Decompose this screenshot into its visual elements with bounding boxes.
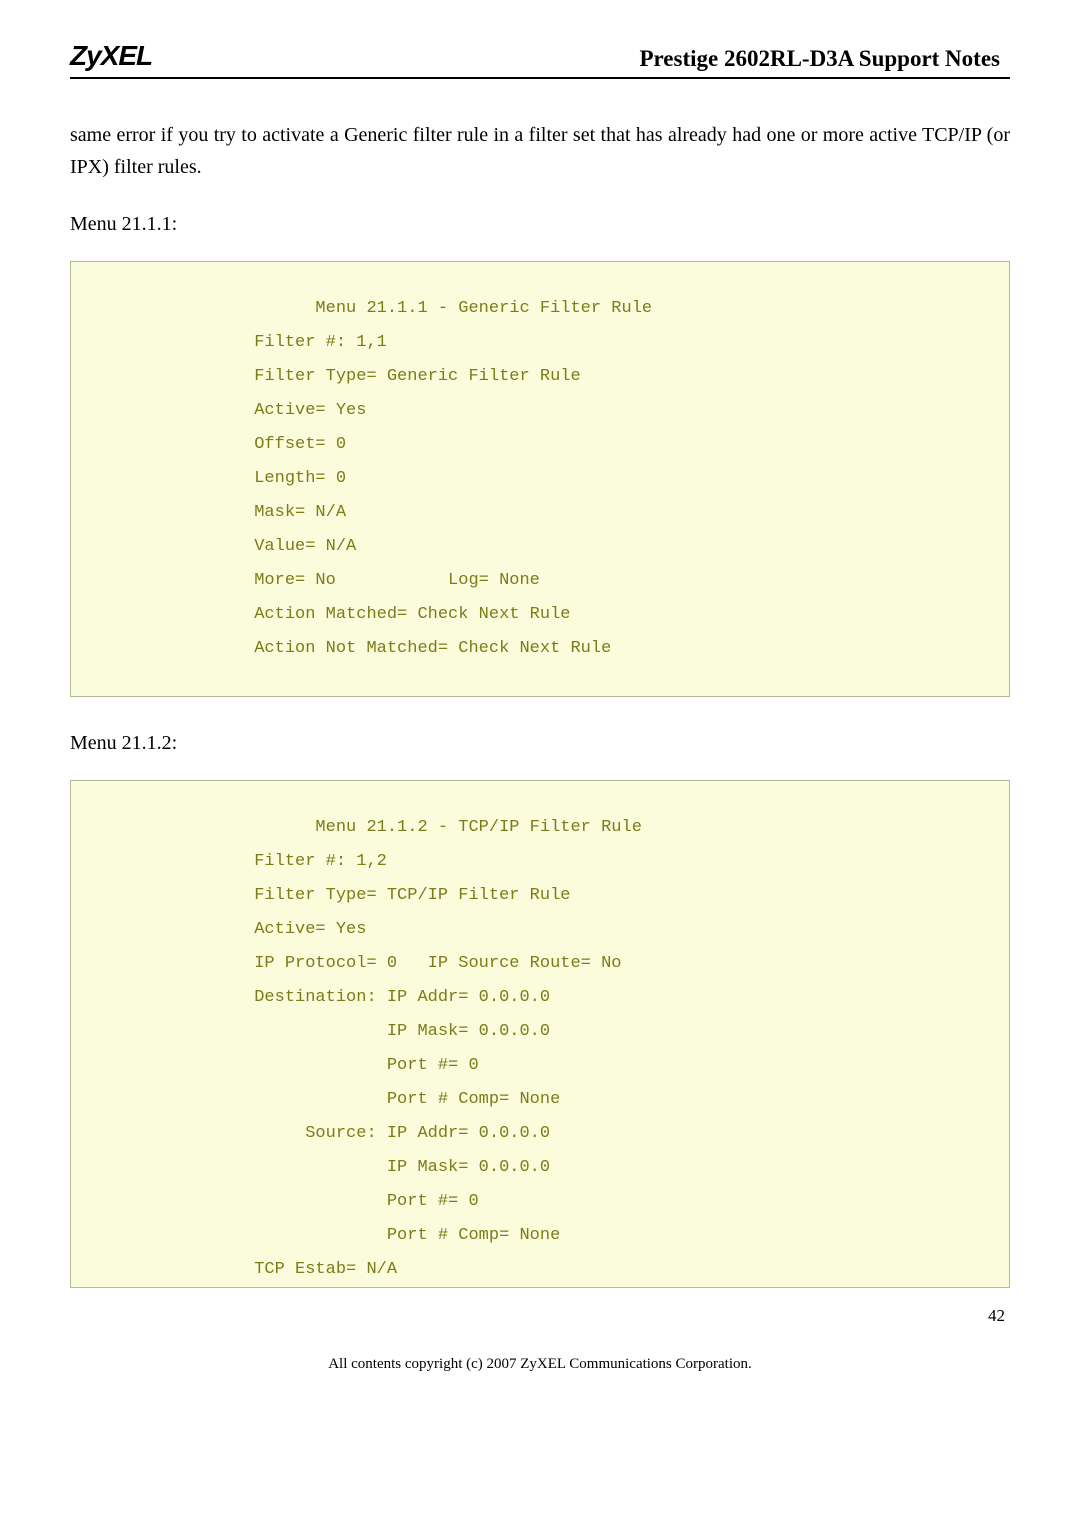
page-container: ZyXEL Prestige 2602RL-D3A Support Notes … xyxy=(0,0,1080,1403)
logo-block: ZyXEL xyxy=(70,40,152,72)
code-block-generic-filter: Menu 21.1.1 - Generic Filter Rule Filter… xyxy=(70,261,1010,697)
page-header: ZyXEL Prestige 2602RL-D3A Support Notes xyxy=(70,40,1010,79)
document-title: Prestige 2602RL-D3A Support Notes xyxy=(639,46,1010,72)
code-block-tcpip-filter: Menu 21.1.2 - TCP/IP Filter Rule Filter … xyxy=(70,780,1010,1288)
intro-paragraph: same error if you try to activate a Gene… xyxy=(70,119,1010,183)
page-number: 42 xyxy=(70,1306,1010,1326)
footer-copyright: All contents copyright (c) 2007 ZyXEL Co… xyxy=(70,1356,1010,1373)
menu-label-2: Menu 21.1.2: xyxy=(70,732,1010,755)
logo-text: ZyXEL xyxy=(70,40,152,72)
menu-label-1: Menu 21.1.1: xyxy=(70,213,1010,236)
